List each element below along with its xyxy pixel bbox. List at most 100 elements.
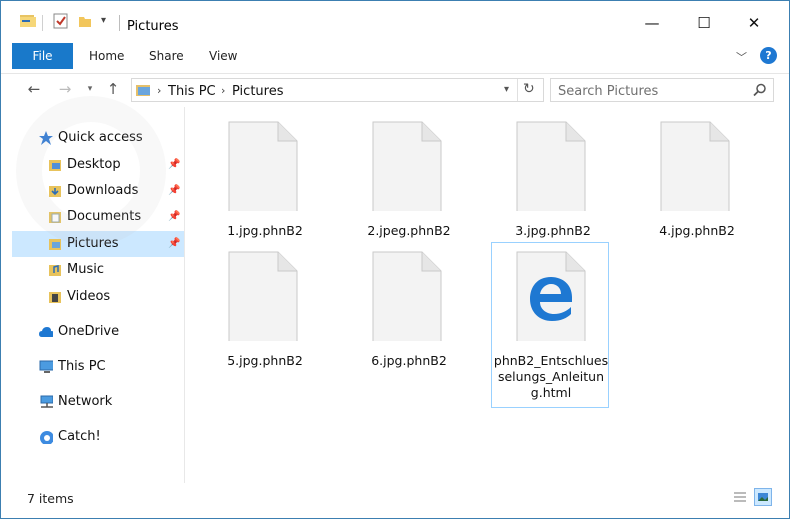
documents-folder-icon <box>49 212 61 223</box>
sidebar-item-label: This PC <box>58 359 106 374</box>
blank-file-icon <box>660 121 730 211</box>
tab-view[interactable]: View <box>209 43 237 69</box>
tab-home[interactable]: Home <box>89 43 124 69</box>
blank-file-icon <box>372 121 442 211</box>
sidebar-item-network[interactable]: Network <box>1 389 184 415</box>
desktop-folder-icon <box>49 160 61 171</box>
pictures-folder-icon <box>136 85 150 96</box>
blank-file-icon <box>228 121 298 211</box>
window-title: Pictures <box>127 19 179 34</box>
refresh-icon[interactable]: ↻ <box>523 81 535 97</box>
file-item[interactable]: 5.jpg.phnB2 <box>207 249 323 379</box>
blank-file-icon <box>516 121 586 211</box>
file-list: 1.jpg.phnB2 2.jpeg.phnB2 3.jpg.phnB2 4.j… <box>186 107 789 483</box>
network-icon <box>40 395 53 408</box>
pictures-folder-icon <box>49 239 61 250</box>
navigation-pane: Quick access Desktop 📌 Downloads 📌 Docum… <box>1 107 185 483</box>
file-name: phnB2_Entschluesselungs_Anleitung.html <box>493 353 609 400</box>
downloads-folder-icon <box>49 186 61 197</box>
cloud-icon <box>39 327 53 337</box>
back-arrow-icon[interactable]: ← <box>25 80 43 98</box>
explorer-window: ▾ Pictures — ☐ ✕ File Home Share View ﹀ … <box>0 0 790 519</box>
ribbon-tabs: File Home Share View ﹀ ? <box>1 43 789 69</box>
search-input[interactable]: Search Pictures <box>558 84 658 99</box>
sidebar-item-label: Music <box>67 262 104 277</box>
sidebar-item-this-pc[interactable]: This PC <box>1 354 184 380</box>
item-count: 7 items <box>27 491 74 506</box>
pin-icon[interactable]: 📌 <box>168 204 180 230</box>
title-bar: ▾ Pictures — ☐ ✕ <box>1 1 789 41</box>
pin-icon[interactable]: 📌 <box>168 152 180 178</box>
star-icon <box>39 131 53 145</box>
sidebar-item-label: Desktop <box>67 157 121 172</box>
sidebar-item-documents[interactable]: Documents 📌 <box>1 204 184 230</box>
status-bar: 7 items <box>1 483 789 518</box>
search-box[interactable]: Search Pictures <box>550 78 774 102</box>
address-row: ← → ▾ ↑ › This PC › Pictures ▾ ↻ Search … <box>1 73 789 105</box>
sidebar-item-quick-access[interactable]: Quick access <box>1 125 184 151</box>
file-name: 4.jpg.phnB2 <box>659 223 735 238</box>
file-name: 1.jpg.phnB2 <box>227 223 303 238</box>
file-item[interactable]: 6.jpg.phnB2 <box>351 249 467 379</box>
ribbon-collapse-chevron-down-icon[interactable]: ﹀ <box>736 49 747 65</box>
sidebar-item-label: Catch! <box>58 429 101 444</box>
pin-icon[interactable]: 📌 <box>168 231 180 257</box>
blank-file-icon <box>228 251 298 341</box>
sidebar-item-onedrive[interactable]: OneDrive <box>1 319 184 345</box>
sidebar-item-downloads[interactable]: Downloads 📌 <box>1 178 184 204</box>
sidebar-item-catch[interactable]: Catch! <box>1 424 184 450</box>
file-name: 5.jpg.phnB2 <box>227 353 303 368</box>
sidebar-item-label: Quick access <box>58 130 143 145</box>
breadcrumb-pictures[interactable]: Pictures <box>232 84 283 99</box>
music-folder-icon <box>49 265 61 276</box>
file-item[interactable]: 1.jpg.phnB2 <box>207 119 323 249</box>
title-separator <box>119 15 120 31</box>
file-name: 6.jpg.phnB2 <box>371 353 447 368</box>
computer-icon <box>39 360 53 373</box>
sidebar-item-desktop[interactable]: Desktop 📌 <box>1 152 184 178</box>
customize-qa-dropdown-icon[interactable]: ▾ <box>101 15 106 26</box>
search-icon[interactable] <box>753 83 767 97</box>
close-button[interactable]: ✕ <box>731 11 777 35</box>
forward-arrow-icon[interactable]: → <box>56 80 74 98</box>
sidebar-item-pictures[interactable]: Pictures 📌 <box>12 231 184 257</box>
large-icons-view-icon[interactable] <box>754 488 772 506</box>
recent-locations-chevron-down-icon[interactable]: ▾ <box>81 80 99 98</box>
address-history-chevron-down-icon[interactable]: ▾ <box>504 84 509 95</box>
file-name: 3.jpg.phnB2 <box>515 223 591 238</box>
details-view-icon[interactable] <box>731 488 749 506</box>
properties-checkmark-icon[interactable] <box>53 13 69 29</box>
qa-separator <box>42 15 43 31</box>
videos-folder-icon <box>49 292 61 303</box>
catch-icon <box>40 431 53 444</box>
sidebar-item-label: Videos <box>67 289 111 304</box>
edge-html-file-icon <box>516 251 586 341</box>
sidebar-item-label: Documents <box>67 209 142 224</box>
breadcrumb-arrow-icon[interactable]: › <box>221 84 225 97</box>
address-bar[interactable]: › This PC › Pictures ▾ ↻ <box>131 78 544 102</box>
tab-share[interactable]: Share <box>149 43 184 69</box>
file-item[interactable]: 4.jpg.phnB2 <box>639 119 755 249</box>
sidebar-item-videos[interactable]: Videos <box>1 284 184 310</box>
sidebar-item-label: Network <box>58 394 113 409</box>
breadcrumb-this-pc[interactable]: This PC <box>168 84 216 99</box>
sidebar-item-music[interactable]: Music <box>1 257 184 283</box>
maximize-button[interactable]: ☐ <box>681 11 727 35</box>
address-divider <box>517 79 518 101</box>
folder-properties-icon[interactable] <box>19 13 37 29</box>
breadcrumb-arrow-icon[interactable]: › <box>157 84 161 97</box>
blank-file-icon <box>372 251 442 341</box>
file-name: 2.jpeg.phnB2 <box>367 223 451 238</box>
sidebar-item-label: OneDrive <box>58 324 120 339</box>
file-item-selected[interactable]: phnB2_Entschluesselungs_Anleitung.html <box>491 242 609 408</box>
file-item[interactable]: 3.jpg.phnB2 <box>495 119 611 249</box>
tab-file[interactable]: File <box>12 43 73 69</box>
up-arrow-icon[interactable]: ↑ <box>104 80 122 98</box>
file-item[interactable]: 2.jpeg.phnB2 <box>351 119 467 249</box>
pin-icon[interactable]: 📌 <box>168 178 180 204</box>
pane-divider[interactable] <box>184 107 185 483</box>
sidebar-item-label: Downloads <box>67 183 139 198</box>
help-button[interactable]: ? <box>760 47 777 64</box>
minimize-button[interactable]: — <box>629 11 675 35</box>
new-folder-icon[interactable] <box>77 13 93 29</box>
